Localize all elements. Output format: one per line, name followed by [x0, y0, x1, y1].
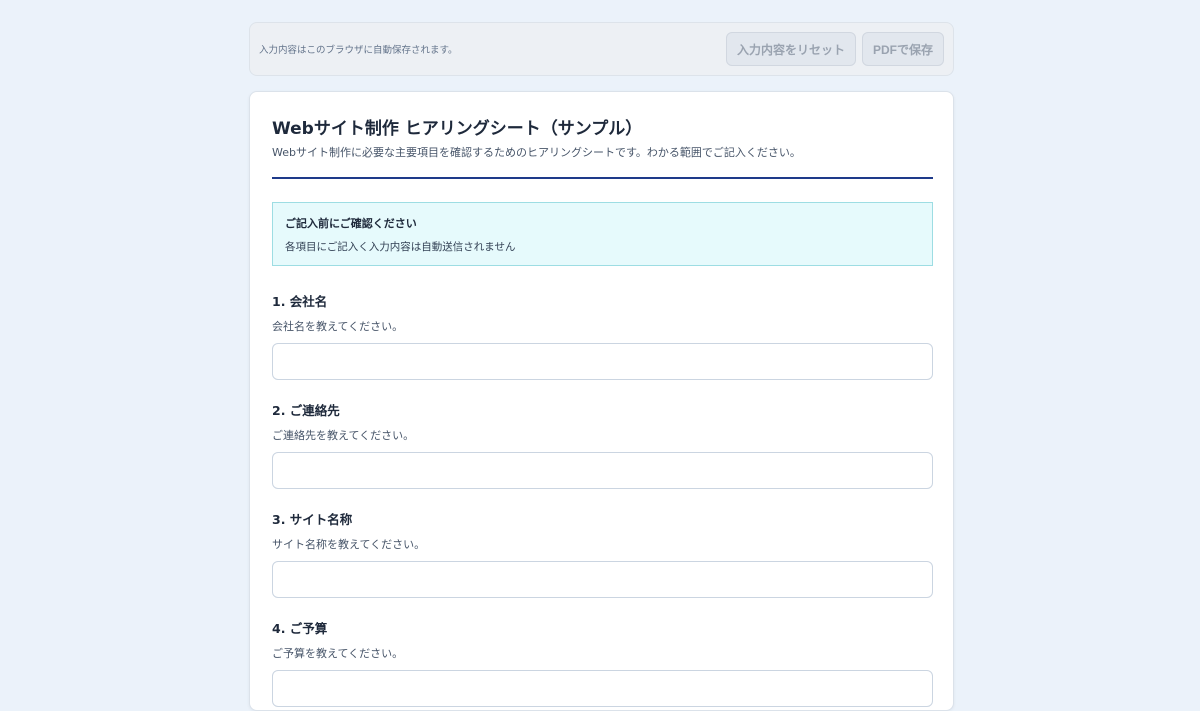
field-budget: 4. ご予算 ご予算を教えてください。 [272, 618, 933, 707]
question-help: ご予算を教えてください。 [272, 647, 404, 660]
company-name-input[interactable] [272, 343, 933, 380]
reset-button[interactable]: 入力内容をリセット [725, 32, 856, 66]
question-help: ご連絡先を教えてください。 [272, 429, 415, 442]
page-title: Webサイト制作 ヒアリングシート（サンプル） [272, 119, 643, 139]
title-divider [272, 177, 933, 179]
notice-title: ご記入前にご確認ください [285, 217, 417, 230]
toolbar: 入力内容はこのブラウザに自動保存されます。 入力内容をリセット PDFで保存 [249, 22, 954, 76]
notice-body: 各項目にご記入く入力内容は自動送信されません [285, 241, 516, 253]
question-label: 3. サイト名称 [272, 512, 353, 527]
question-label: 1. 会社名 [272, 294, 328, 309]
save-pdf-button[interactable]: PDFで保存 [861, 32, 944, 66]
question-help: サイト名称を教えてください。 [272, 538, 426, 551]
page-subtitle: Webサイト制作に必要な主要項目を確認するためのヒアリングシートです。わかる範囲… [272, 146, 801, 159]
question-help: 会社名を教えてください。 [272, 320, 404, 333]
form-card: Webサイト制作 ヒアリングシート（サンプル） Webサイト制作に必要な主要項目… [249, 91, 954, 711]
budget-input[interactable] [272, 670, 933, 707]
question-label: 2. ご連絡先 [272, 403, 340, 418]
notice-box: ご記入前にご確認ください 各項目にご記入く入力内容は自動送信されません [272, 202, 933, 266]
field-contact: 2. ご連絡先 ご連絡先を教えてください。 [272, 400, 933, 489]
field-site-name: 3. サイト名称 サイト名称を教えてください。 [272, 509, 933, 598]
site-name-input[interactable] [272, 561, 933, 598]
question-label: 4. ご予算 [272, 621, 328, 636]
autosave-note: 入力内容はこのブラウザに自動保存されます。 [259, 45, 458, 56]
contact-input[interactable] [272, 452, 933, 489]
field-company-name: 1. 会社名 会社名を教えてください。 [272, 291, 933, 380]
